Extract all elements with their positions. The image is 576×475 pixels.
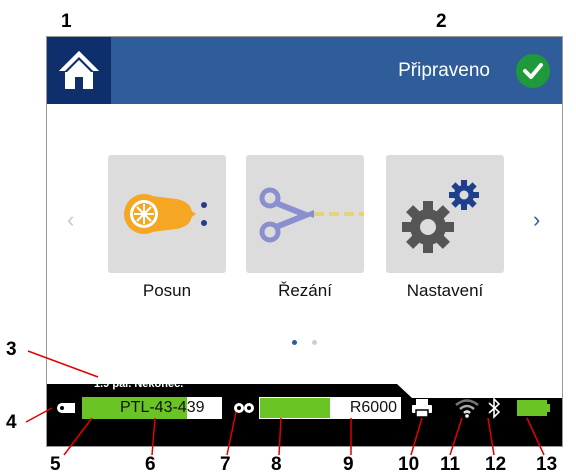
callout-6: 6 (145, 454, 156, 475)
scissors-icon (259, 187, 364, 243)
callout-4: 4 (6, 412, 17, 433)
settings-tile[interactable] (386, 155, 504, 273)
status-text: Připraveno (398, 60, 490, 81)
callout-13: 13 (536, 454, 558, 475)
callout-3: 3 (6, 339, 17, 360)
home-icon (59, 51, 99, 89)
next-arrow[interactable]: › (533, 207, 540, 233)
settings-label: Nastavení (406, 281, 484, 300)
page-dot-1[interactable] (292, 340, 297, 345)
prev-arrow[interactable]: ‹ (67, 207, 74, 233)
printer-icon (412, 399, 432, 418)
callout-8: 8 (271, 454, 282, 475)
ribbon-part-text: R6000 (349, 399, 397, 416)
feed-label: Posun (142, 281, 192, 300)
printer-screen: Připraveno ‹ › Posun Řezání Nastavení 1.… (46, 36, 563, 447)
label-part-text: PTL-43-439 (120, 399, 205, 416)
ribbon-part-box[interactable]: R6000 (259, 397, 401, 419)
bluetooth-icon (488, 397, 501, 419)
gears-icon (402, 180, 479, 253)
wifi-icon (455, 399, 479, 418)
header-bar: Připraveno (47, 37, 562, 104)
callout-12: 12 (485, 454, 507, 475)
ribbon-cartridge-icon (234, 403, 254, 413)
callout-1: 1 (61, 11, 72, 32)
callout-7: 7 (220, 454, 231, 475)
callout-10: 10 (398, 454, 420, 475)
callout-5: 5 (50, 454, 61, 475)
feed-icon (124, 194, 207, 234)
label-part-box[interactable]: PTL-43-439 (82, 397, 222, 419)
label-cartridge-icon (57, 403, 75, 413)
home-button[interactable] (47, 37, 111, 104)
ribbon-level-bar (260, 398, 330, 418)
check-icon (516, 54, 550, 88)
label-info-text: 1.9 pal. Nekoneč. (94, 378, 184, 390)
cut-tile[interactable] (246, 155, 364, 273)
callout-9: 9 (343, 454, 354, 475)
callout-11: 11 (440, 454, 461, 475)
battery-icon (517, 400, 550, 416)
page-dot-2[interactable] (312, 340, 317, 345)
feed-tile[interactable] (108, 155, 226, 273)
cut-label: Řezání (278, 281, 332, 300)
callout-2: 2 (436, 11, 447, 32)
